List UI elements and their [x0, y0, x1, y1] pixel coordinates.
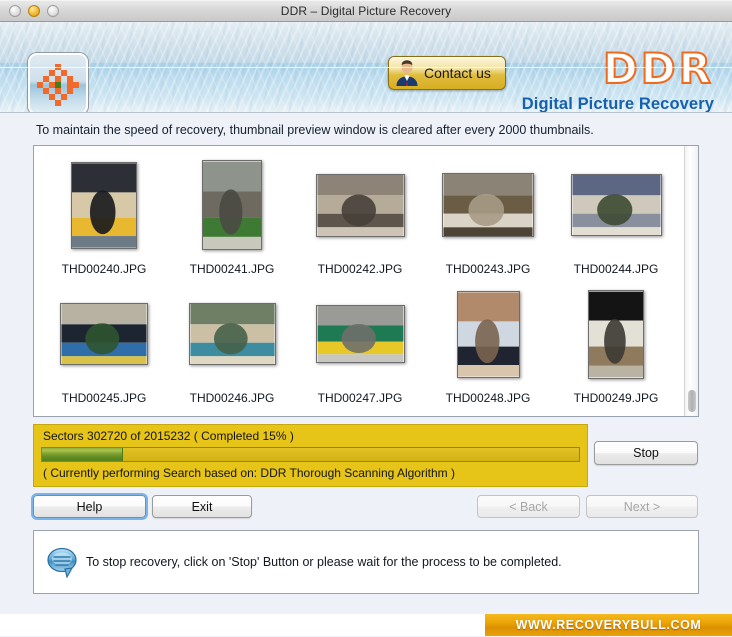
- thumbnail-item[interactable]: THD00245.JPG: [40, 281, 168, 410]
- progress-bar: [41, 447, 580, 462]
- thumbnail-image-wrap: [424, 152, 552, 258]
- thumbnail-image: [442, 173, 534, 237]
- person-avatar-icon: [396, 60, 418, 86]
- thumbnail-item[interactable]: THD00240.JPG: [40, 152, 168, 281]
- help-button[interactable]: Help: [33, 495, 146, 518]
- thumbnail-image-wrap: [168, 152, 296, 258]
- next-button[interactable]: Next >: [586, 495, 698, 518]
- progress-bar-fill: [42, 448, 123, 461]
- thumbnail-image: [315, 305, 405, 363]
- speech-bubble-info-icon: [47, 547, 77, 578]
- notice-text: To maintain the speed of recovery, thumb…: [36, 123, 594, 137]
- app-icon: [28, 53, 88, 112]
- progress-activity-text: ( Currently performing Search based on: …: [43, 466, 455, 480]
- exit-button[interactable]: Exit: [152, 495, 252, 518]
- window-title: DDR – Digital Picture Recovery: [280, 4, 452, 18]
- thumbnail-item[interactable]: THD00247.JPG: [296, 281, 424, 410]
- thumbnail-filename: THD00242.JPG: [317, 262, 403, 276]
- thumbnail-image-wrap: [296, 281, 424, 387]
- thumbnail-image-wrap: [552, 281, 680, 387]
- thumbnail-image-wrap: [168, 281, 296, 387]
- thumbnail-filename: THD00249.JPG: [573, 391, 659, 405]
- brand-block: DDR Digital Picture Recovery: [521, 44, 714, 113]
- title-bar: DDR – Digital Picture Recovery: [0, 0, 732, 22]
- thumbnail-image: [71, 161, 137, 249]
- thumbnail-filename: THD00246.JPG: [189, 391, 275, 405]
- thumbnail-filename: THD00248.JPG: [445, 391, 531, 405]
- thumbnail-filename: THD00244.JPG: [573, 262, 659, 276]
- brand-subtitle: Digital Picture Recovery: [521, 95, 714, 113]
- thumbnail-image: [188, 303, 276, 365]
- thumbnail-image: [60, 303, 148, 365]
- main-content: To maintain the speed of recovery, thumb…: [0, 113, 732, 636]
- thumbnail-item[interactable]: THD00243.JPG: [424, 152, 552, 281]
- checkered-flower-icon: [37, 64, 79, 106]
- thumbnail-image: [315, 173, 405, 237]
- thumbnail-preview-panel: THD00240.JPG THD00241.JPG THD00242.JPG THD0…: [33, 145, 699, 417]
- progress-panel: Sectors 302720 of 2015232 ( Completed 15…: [33, 424, 588, 487]
- progress-status-text: Sectors 302720 of 2015232 ( Completed 15…: [43, 429, 294, 443]
- thumbnail-image-wrap: [296, 152, 424, 258]
- back-button[interactable]: < Back: [477, 495, 580, 518]
- thumbnail-filename: THD00243.JPG: [445, 262, 531, 276]
- stop-button[interactable]: Stop: [594, 441, 698, 465]
- info-message-box: To stop recovery, click on 'Stop' Button…: [33, 530, 699, 594]
- thumbnail-item[interactable]: THD00242.JPG: [296, 152, 424, 281]
- thumbnail-filename: THD00240.JPG: [61, 262, 147, 276]
- thumbnail-image-wrap: [40, 281, 168, 387]
- contact-us-button[interactable]: Contact us: [388, 56, 506, 90]
- thumbnail-item[interactable]: THD00246.JPG: [168, 281, 296, 410]
- thumbnail-item[interactable]: THD00241.JPG: [168, 152, 296, 281]
- scrollbar-thumb[interactable]: [688, 390, 696, 412]
- watermark-bar: WWW.RECOVERYBULL.COM: [485, 614, 732, 636]
- thumbnail-grid: THD00240.JPG THD00241.JPG THD00242.JPG THD0…: [34, 146, 683, 410]
- thumbnail-image-wrap: [424, 281, 552, 387]
- thumbnail-image: [456, 290, 520, 378]
- header-banner: Contact us DDR Digital Picture Recovery: [0, 22, 732, 113]
- thumbnail-filename: THD00245.JPG: [61, 391, 147, 405]
- thumbnail-filename: THD00241.JPG: [189, 262, 275, 276]
- thumbnail-item[interactable]: THD00244.JPG: [552, 152, 680, 281]
- thumbnail-image-wrap: [40, 152, 168, 258]
- thumbnail-filename: THD00247.JPG: [317, 391, 403, 405]
- contact-us-label: Contact us: [424, 65, 491, 81]
- watermark-text: WWW.RECOVERYBULL.COM: [515, 618, 702, 632]
- thumbnail-image: [588, 289, 644, 379]
- navigation-button-row: Help Exit < Back Next >: [0, 495, 732, 523]
- thumbnail-item[interactable]: THD00248.JPG: [424, 281, 552, 410]
- application-window: DDR – Digital Picture Recovery Contact u…: [0, 0, 732, 637]
- thumbnail-image: [570, 174, 662, 236]
- brand-title: DDR: [602, 44, 714, 93]
- info-message-text: To stop recovery, click on 'Stop' Button…: [86, 555, 562, 569]
- thumbnail-image: [202, 160, 262, 250]
- thumbnail-image-wrap: [552, 152, 680, 258]
- thumbnail-scrollbar[interactable]: [684, 146, 698, 416]
- thumbnail-item[interactable]: THD00249.JPG: [552, 281, 680, 410]
